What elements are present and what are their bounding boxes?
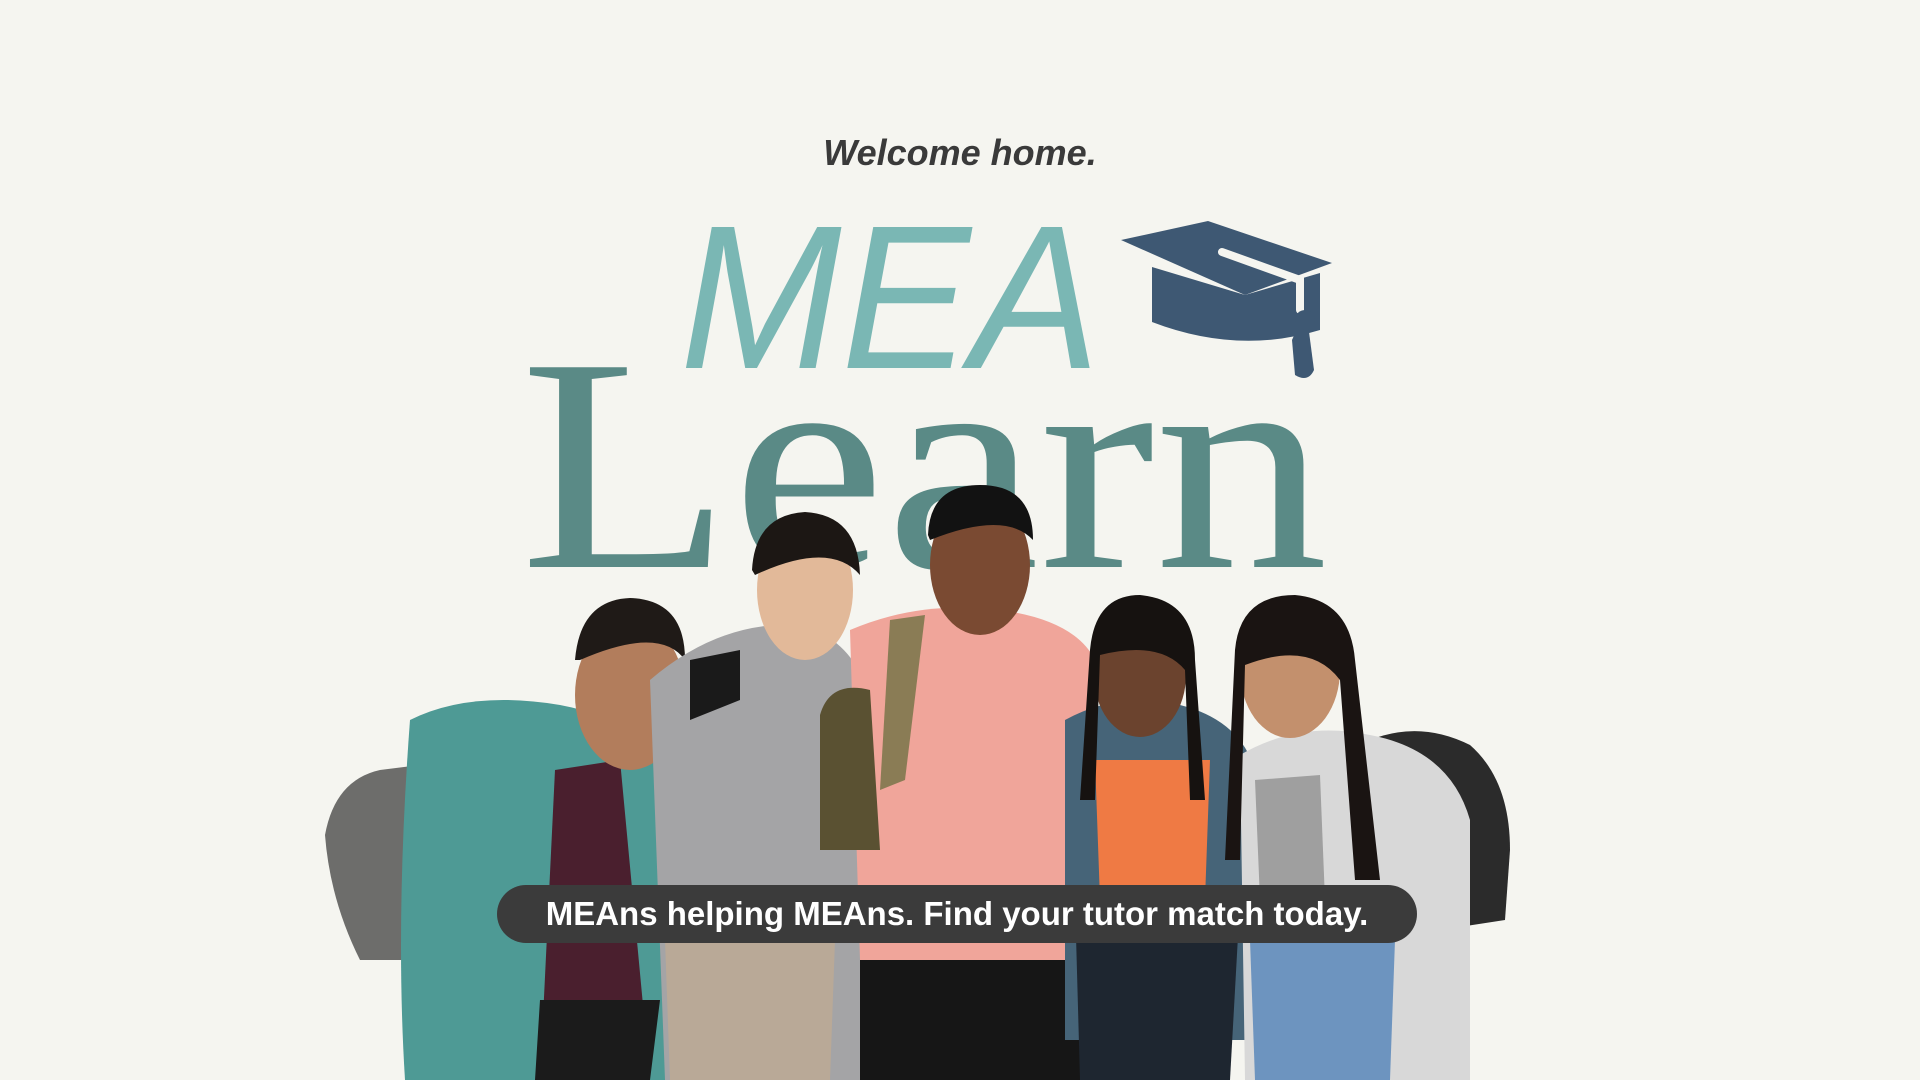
student-5: [1225, 595, 1510, 1080]
student-1: [325, 598, 685, 1080]
student-3: [820, 485, 1100, 1080]
tutor-match-banner[interactable]: MEAns helping MEAns. Find your tutor mat…: [497, 885, 1417, 943]
